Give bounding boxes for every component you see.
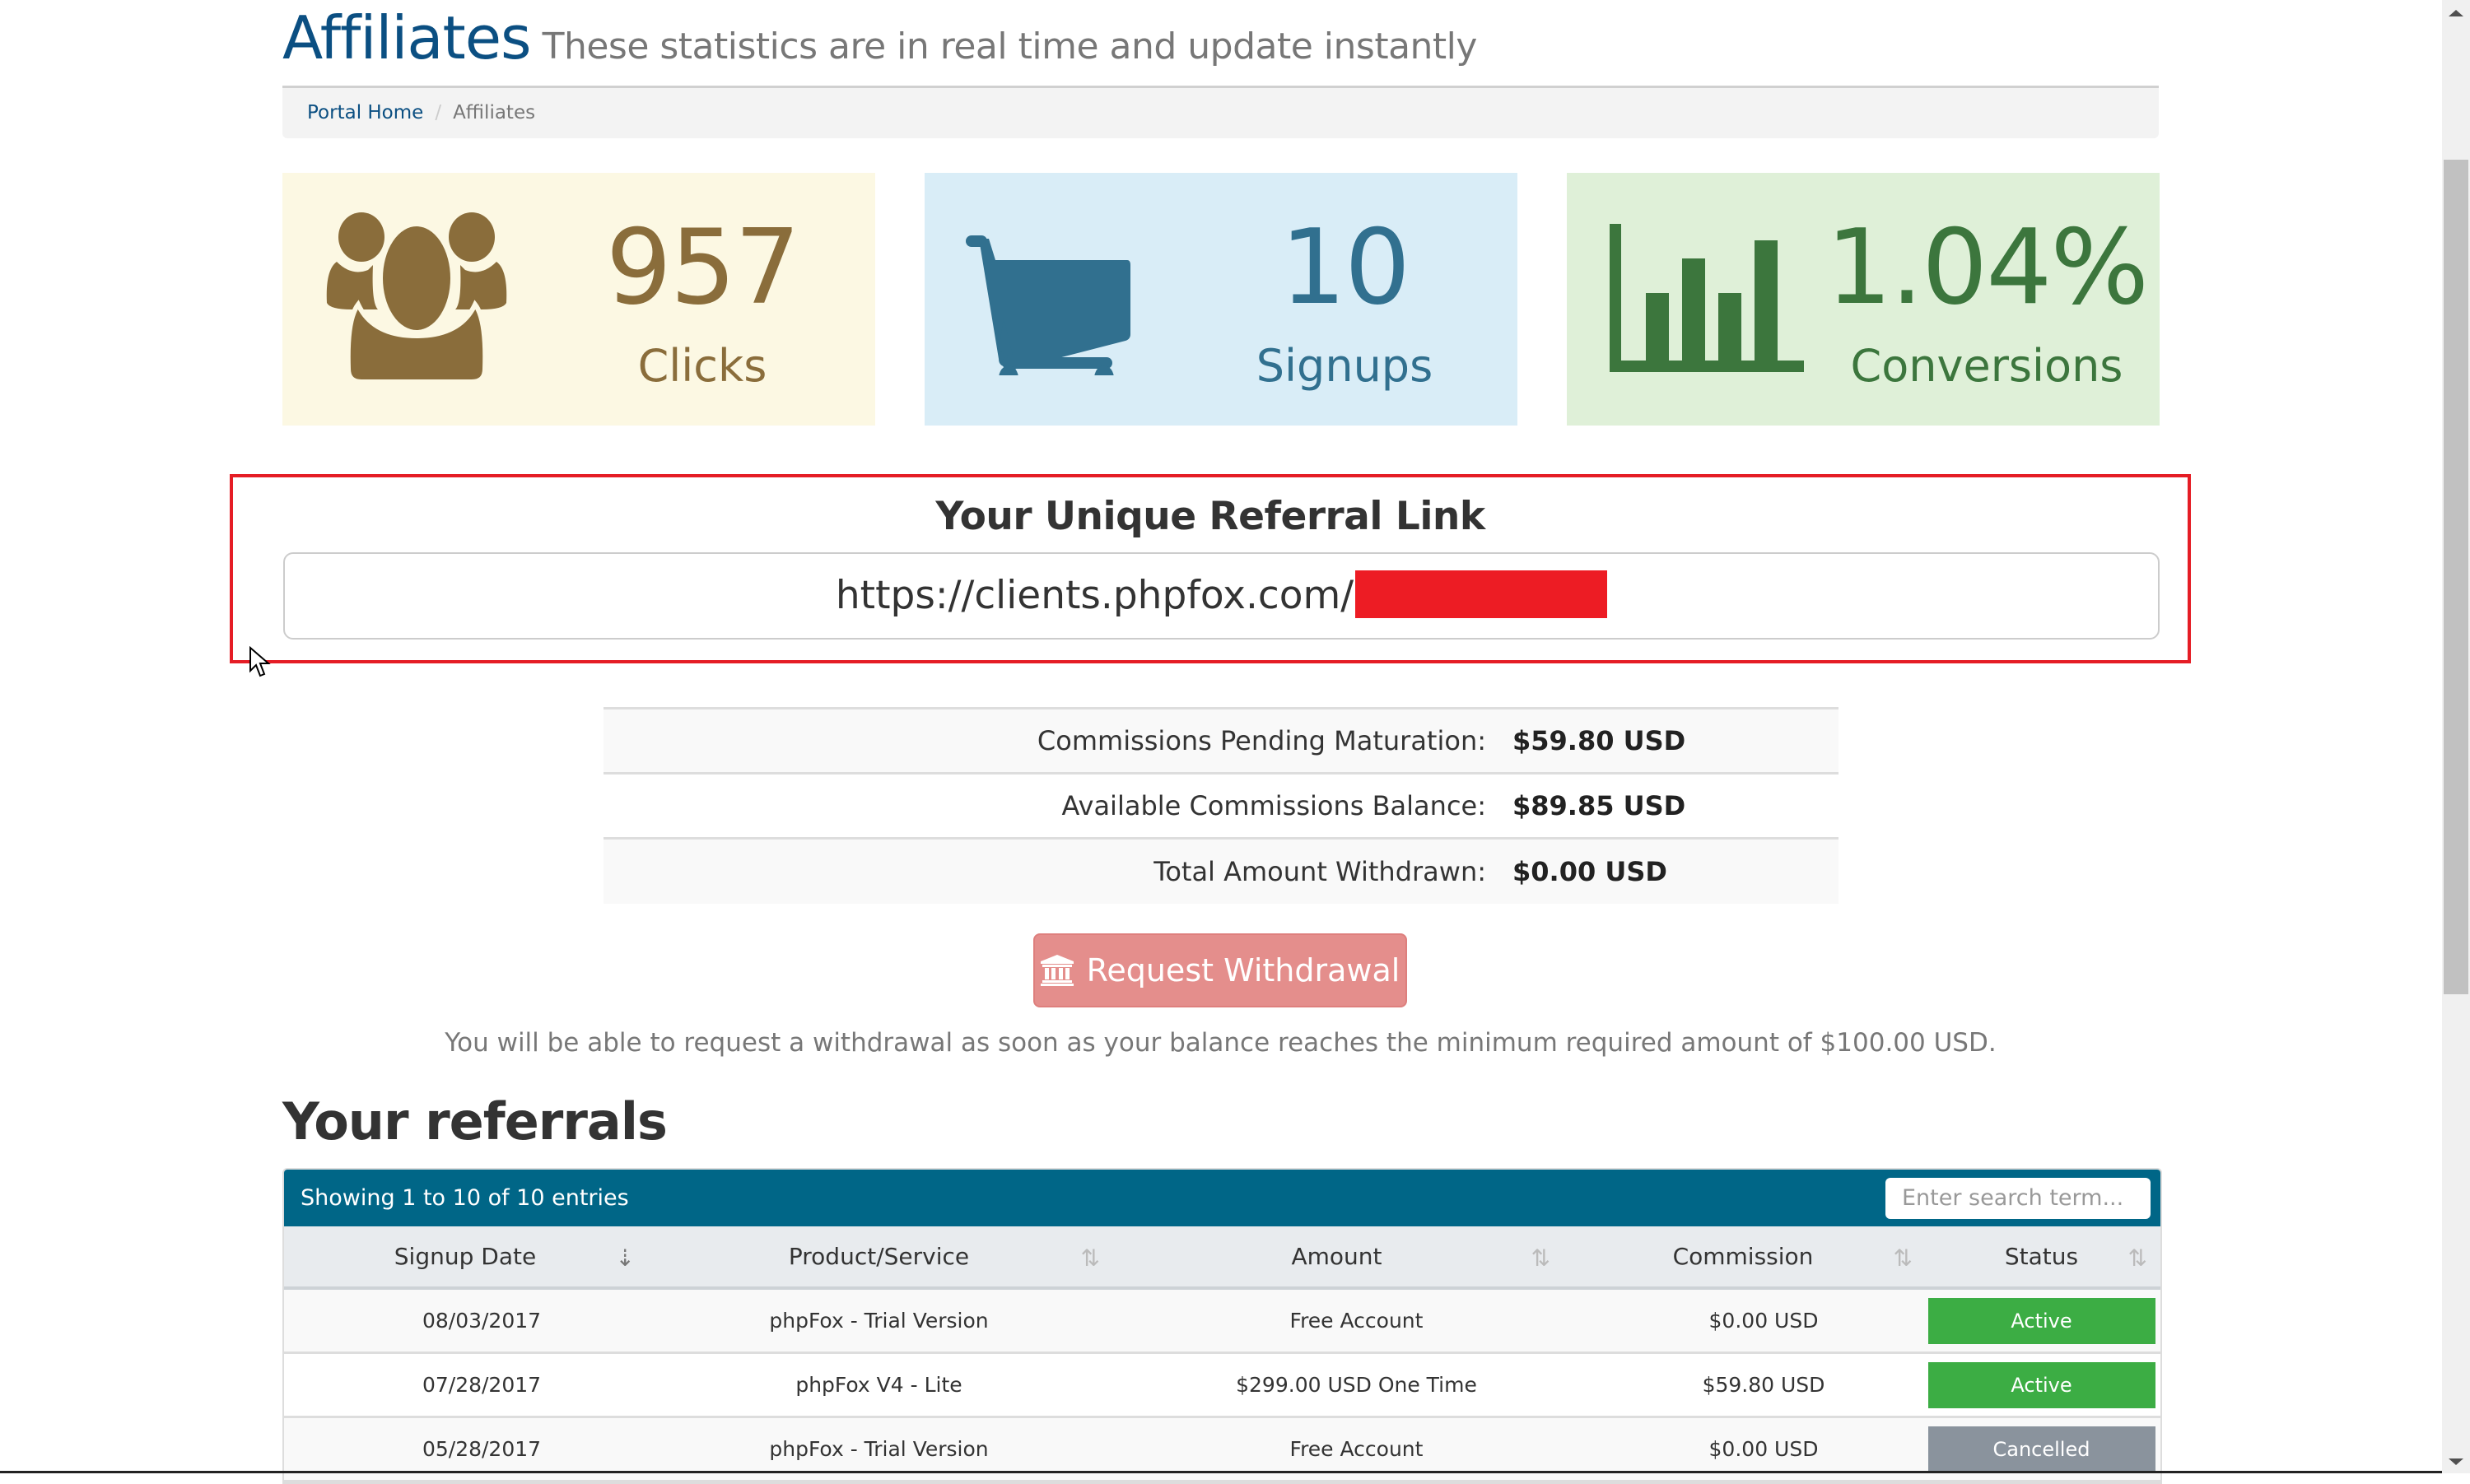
breadcrumb: Portal Home / Affiliates — [282, 88, 2159, 138]
table-entries-info: Showing 1 to 10 of 10 entries — [301, 1185, 629, 1211]
commission-row-available: Available Commissions Balance: $89.85 US… — [604, 775, 1839, 840]
column-label: Commission — [1672, 1243, 1814, 1270]
commission-row-pending: Commissions Pending Maturation: $59.80 U… — [604, 709, 1839, 775]
status-badge: Active — [1927, 1361, 2155, 1408]
table-row: 07/28/2017 phpFox V4 - Lite $299.00 USD … — [284, 1354, 2160, 1418]
bar-chart-icon — [1610, 224, 1804, 372]
page-title-text: Affiliates — [282, 3, 532, 72]
table-toolbar: Showing 1 to 10 of 10 entries — [284, 1170, 2160, 1226]
cell-amount: Free Account — [1289, 1309, 1424, 1333]
table-body: 08/03/2017 phpFox - Trial Version Free A… — [284, 1290, 2160, 1482]
cell-product: phpFox - Trial Version — [769, 1309, 989, 1333]
conversions-value: 1.04% — [1825, 207, 2149, 328]
cell-signup-date: 07/28/2017 — [422, 1373, 542, 1397]
commission-label: Commissions Pending Maturation: — [1037, 725, 1486, 756]
commission-label: Available Commissions Balance: — [1061, 790, 1486, 821]
table-row: 08/03/2017 phpFox - Trial Version Free A… — [284, 1290, 2160, 1354]
users-icon — [326, 212, 507, 384]
table-search-input[interactable] — [1885, 1177, 2151, 1219]
commission-value: $59.80 USD — [1512, 725, 1686, 756]
bank-icon — [1040, 955, 1074, 986]
page-scrollbar[interactable] — [2442, 0, 2470, 1473]
stat-signups: 10 Signups — [925, 173, 1517, 426]
column-label: Product/Service — [788, 1243, 970, 1270]
column-label: Signup Date — [394, 1243, 537, 1270]
cell-signup-date: 08/03/2017 — [422, 1309, 542, 1333]
breadcrumb-affiliates: Affiliates — [453, 102, 536, 123]
sort-icon: ⇅ — [2127, 1244, 2147, 1272]
redaction-block — [1355, 570, 1608, 618]
sort-desc-icon: ⇣ — [615, 1244, 635, 1272]
status-badge: Active — [1927, 1297, 2155, 1344]
column-signup-date[interactable]: Signup Date ⇣ — [284, 1226, 646, 1286]
column-status[interactable]: Status ⇅ — [1924, 1226, 2159, 1286]
scroll-down-arrow-icon[interactable] — [2449, 1458, 2463, 1465]
page-title: Affiliates These statistics are in real t… — [282, 3, 1477, 72]
withdrawal-minimum-note: You will be able to request a withdrawal… — [445, 1028, 1997, 1058]
page-subtitle: These statistics are in real time and up… — [542, 26, 1478, 67]
scroll-up-arrow-icon[interactable] — [2449, 10, 2463, 16]
referral-link-field[interactable]: https://clients.phpfox.com/ — [283, 552, 2160, 640]
commission-value: $89.85 USD — [1512, 790, 1686, 821]
commissions-summary: Commissions Pending Maturation: $59.80 U… — [604, 707, 1839, 904]
signups-label: Signups — [1256, 340, 1433, 392]
stat-clicks: 957 Clicks — [282, 173, 875, 426]
table-header-row: Signup Date ⇣ Product/Service ⇅ Amount ⇅ Co… — [284, 1226, 2160, 1290]
breadcrumb-separator: / — [435, 102, 442, 123]
column-label: Amount — [1291, 1243, 1382, 1270]
cell-product: phpFox V4 - Lite — [795, 1373, 962, 1397]
clicks-label: Clicks — [637, 340, 767, 392]
referral-link-title: Your Unique Referral Link — [935, 494, 1485, 539]
breadcrumb-portal-home[interactable]: Portal Home — [307, 102, 423, 123]
sort-icon: ⇅ — [1893, 1244, 1913, 1272]
clicks-value: 957 — [605, 207, 801, 328]
request-withdrawal-label: Request Withdrawal — [1086, 952, 1400, 989]
conversions-label: Conversions — [1850, 340, 2123, 392]
cell-amount: $299.00 USD One Time — [1236, 1373, 1477, 1397]
referral-link-url: https://clients.phpfox.com/ — [835, 573, 1354, 618]
referrals-table: Showing 1 to 10 of 10 entries Signup Dat… — [282, 1168, 2162, 1484]
sort-icon: ⇅ — [1080, 1244, 1100, 1272]
cell-commission: $0.00 USD — [1708, 1309, 1819, 1333]
mouse-cursor-icon — [249, 646, 271, 677]
column-amount[interactable]: Amount ⇅ — [1112, 1226, 1562, 1286]
status-badge: Cancelled — [1927, 1426, 2155, 1472]
commission-row-withdrawn: Total Amount Withdrawn: $0.00 USD — [604, 840, 1839, 904]
column-commission[interactable]: Commission ⇅ — [1562, 1226, 1924, 1286]
stat-conversions: 1.04% Conversions — [1567, 173, 2160, 426]
commission-value: $0.00 USD — [1512, 856, 1667, 887]
sort-icon: ⇅ — [1531, 1244, 1550, 1272]
shopping-cart-icon — [966, 235, 1130, 375]
request-withdrawal-button[interactable]: Request Withdrawal — [1033, 933, 1407, 1007]
referrals-heading: Your referrals — [282, 1091, 668, 1151]
scrollbar-thumb[interactable] — [2444, 160, 2468, 994]
commission-label: Total Amount Withdrawn: — [1153, 856, 1486, 887]
cell-commission: $59.80 USD — [1702, 1373, 1825, 1397]
column-product-service[interactable]: Product/Service ⇅ — [646, 1226, 1112, 1286]
signups-value: 10 — [1279, 207, 1410, 328]
column-label: Status — [2004, 1243, 2079, 1270]
